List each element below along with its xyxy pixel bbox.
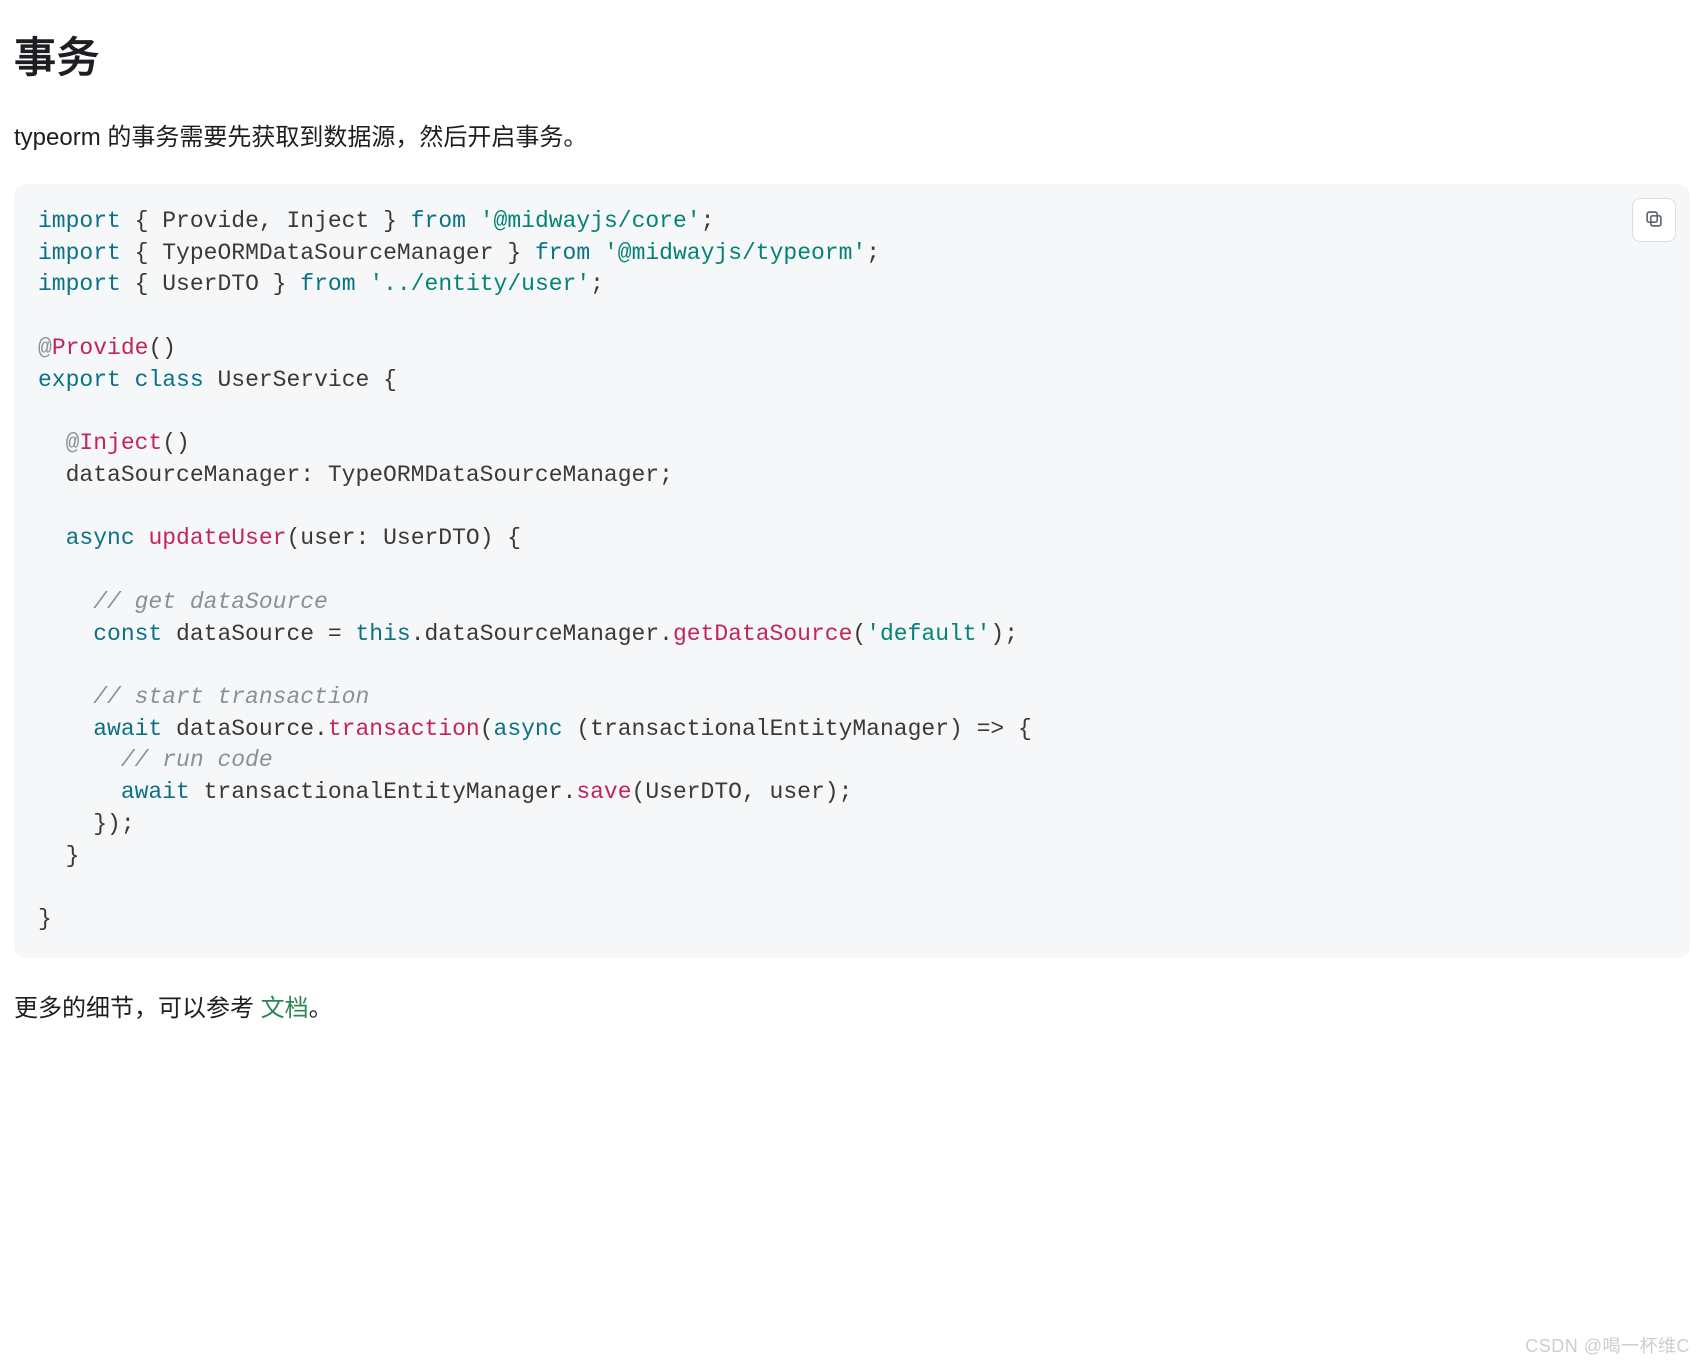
copy-icon (1643, 208, 1665, 233)
watermark: CSDN @喝一杯维C (1525, 1332, 1690, 1358)
docs-link[interactable]: 文档 (261, 995, 309, 1022)
code-content: import { Provide, Inject } from '@midway… (38, 206, 1666, 936)
outro-text-pre: 更多的细节，可以参考 (14, 995, 261, 1022)
outro-text-post: 。 (309, 995, 333, 1022)
code-block: import { Provide, Inject } from '@midway… (14, 184, 1690, 958)
copy-button[interactable] (1632, 198, 1676, 242)
intro-paragraph: typeorm 的事务需要先获取到数据源，然后开启事务。 (14, 117, 1690, 152)
code-token: import (38, 208, 121, 234)
outro-paragraph: 更多的细节，可以参考 文档。 (14, 988, 1690, 1023)
section-heading: 事务 (14, 24, 1690, 85)
